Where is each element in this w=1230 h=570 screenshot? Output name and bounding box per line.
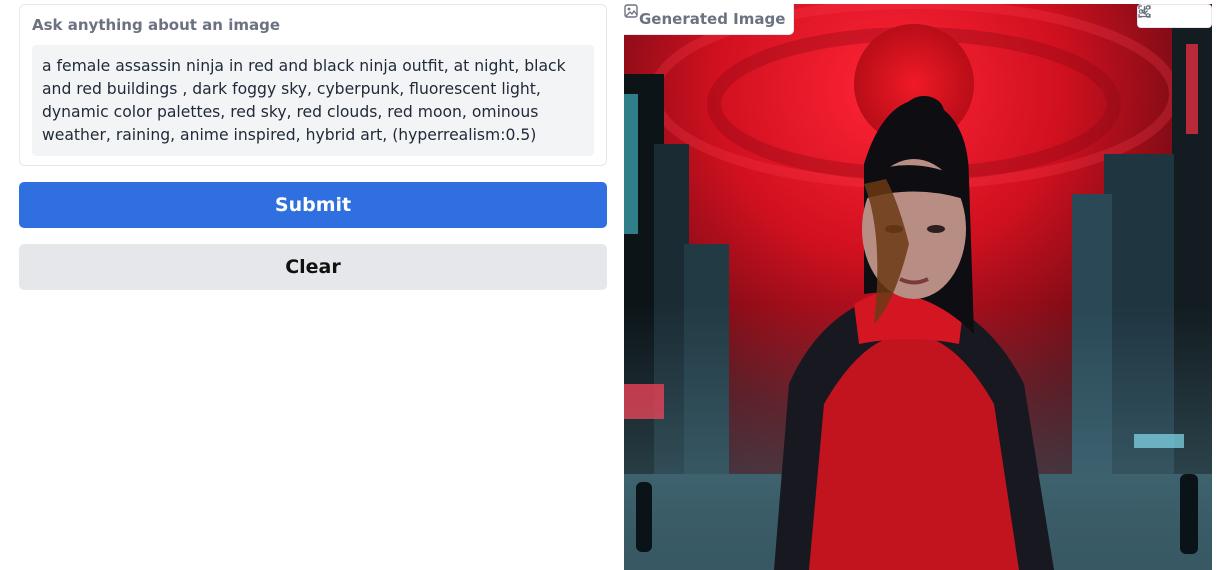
image-toolbar [1137,4,1212,28]
generated-image-panel: Generated Image [624,4,1212,570]
download-icon[interactable] [1139,6,1185,26]
image-label-tab: Generated Image [624,4,795,35]
prompt-input[interactable]: a female assassin ninja in red and black… [32,45,594,156]
prompt-label: Ask anything about an image [32,16,281,34]
image-label: Generated Image [639,10,786,28]
clear-button[interactable]: Clear [19,244,607,290]
app-root: Ask anything about an image a female ass… [0,0,1230,570]
generated-image [624,4,1212,570]
prompt-panel: Ask anything about an image a female ass… [19,4,607,166]
submit-button[interactable]: Submit [19,182,607,228]
share-icon[interactable] [1138,5,1208,26]
